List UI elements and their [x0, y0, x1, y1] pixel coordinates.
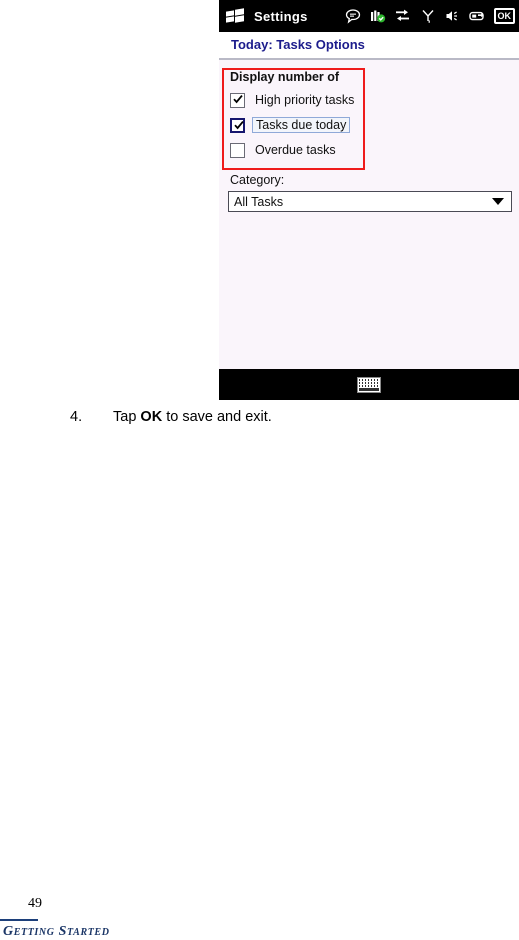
checkbox-row-high-priority-tasks[interactable]: High priority tasks: [230, 91, 357, 109]
check-icon: [233, 94, 243, 104]
chevron-down-icon[interactable]: [492, 198, 504, 205]
volume-icon[interactable]: [444, 7, 462, 25]
antenna-icon[interactable]: [419, 7, 437, 25]
checkbox-label-tasks-due-today: Tasks due today: [252, 117, 350, 133]
status-icon-tray: OK: [344, 7, 519, 25]
data-connection-icon[interactable]: [394, 7, 412, 25]
step-text-before: Tap: [113, 409, 140, 425]
check-icon: [234, 120, 244, 130]
windows-flag-icon[interactable]: [226, 9, 245, 24]
step-text-after: to save and exit.: [162, 409, 272, 425]
checkbox-high-priority-tasks[interactable]: [230, 93, 245, 108]
checkbox-row-tasks-due-today[interactable]: Tasks due today: [230, 116, 350, 134]
ok-button[interactable]: OK: [494, 8, 516, 24]
app-title: Settings: [254, 9, 308, 24]
category-label: Category:: [230, 173, 284, 187]
page-title: Today: Tasks Options: [231, 37, 365, 52]
keyboard-icon[interactable]: [357, 377, 381, 393]
checkbox-label-overdue-tasks: Overdue tasks: [252, 142, 339, 158]
category-dropdown-value: All Tasks: [234, 195, 283, 209]
checkbox-row-overdue-tasks[interactable]: Overdue tasks: [230, 141, 339, 159]
settings-page-header: Today: Tasks Options: [219, 32, 519, 60]
checkbox-overdue-tasks[interactable]: [230, 143, 245, 158]
checkbox-tasks-due-today[interactable]: [230, 118, 245, 133]
messaging-icon[interactable]: [344, 7, 362, 25]
device-title-bar: Settings: [219, 0, 519, 32]
step-text-bold: OK: [140, 409, 162, 425]
sip-bar: [219, 369, 519, 400]
step-number: 4.: [70, 409, 113, 425]
page-number: 49: [28, 896, 42, 912]
step-item: 4. Tap OK to save and exit.: [70, 409, 500, 425]
checkbox-label-high-priority-tasks: High priority tasks: [252, 92, 357, 108]
step-text: Tap OK to save and exit.: [113, 409, 272, 425]
signal-strength-icon[interactable]: [369, 7, 387, 25]
category-dropdown[interactable]: All Tasks: [228, 191, 512, 212]
battery-icon[interactable]: [469, 7, 487, 25]
settings-body: Display number of High priority tasks Ta…: [219, 60, 519, 369]
footer-divider: [0, 919, 38, 921]
device-screenshot: Settings: [219, 0, 519, 400]
display-number-of-label: Display number of: [230, 70, 339, 84]
